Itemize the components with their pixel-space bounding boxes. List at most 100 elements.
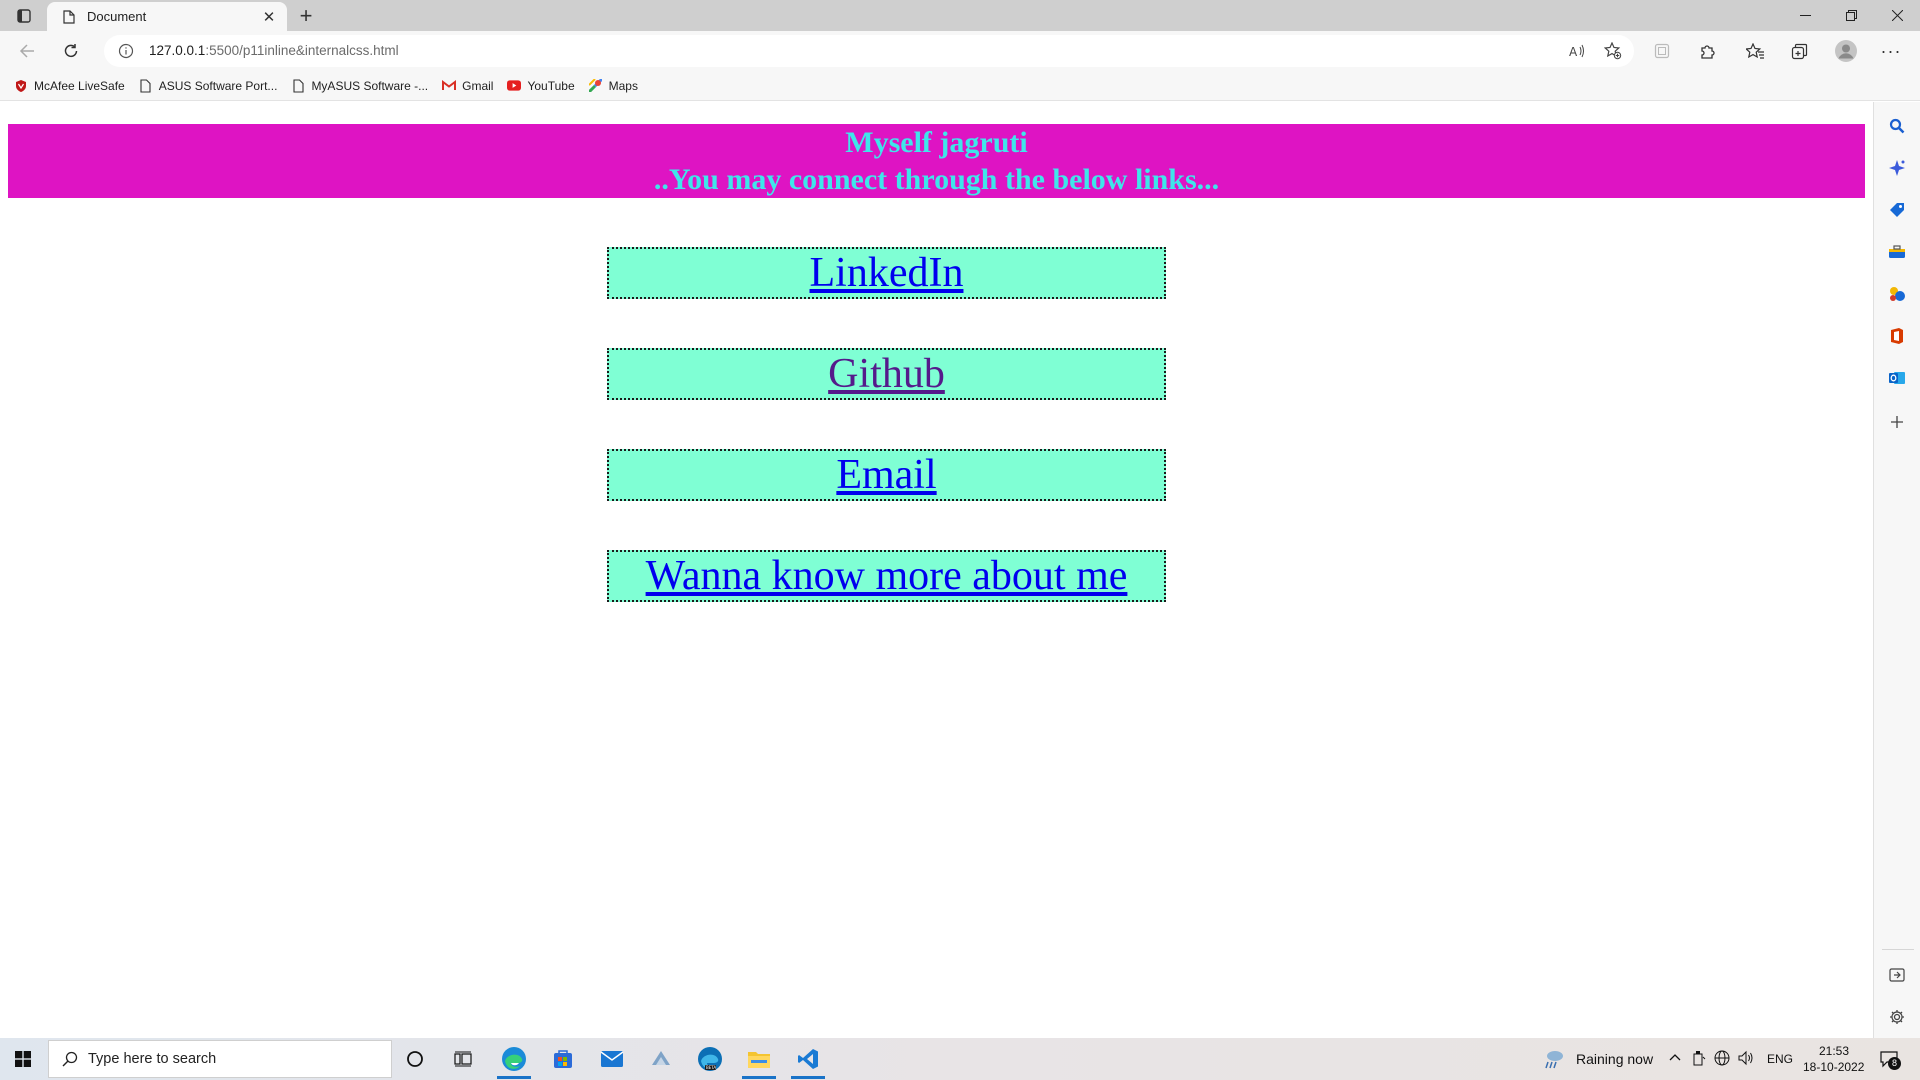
sidebar-divider bbox=[1882, 949, 1914, 950]
bookmark-label: YouTube bbox=[527, 78, 575, 93]
bookmark-asus-software-portal[interactable]: ASUS Software Port... bbox=[139, 78, 277, 93]
taskbar-edge-beta[interactable]: BETA bbox=[687, 1038, 733, 1080]
bookmark-myasus-software[interactable]: MyASUS Software -... bbox=[291, 79, 428, 93]
plus-icon bbox=[1891, 416, 1903, 428]
cortana-button[interactable] bbox=[392, 1038, 438, 1080]
edge-beta-icon: BETA bbox=[698, 1047, 722, 1071]
page-viewport: Myself jagruti ..You may connect through… bbox=[0, 102, 1873, 1038]
weather-status[interactable]: Raining now bbox=[1576, 1051, 1653, 1067]
puzzle-icon bbox=[1700, 44, 1715, 59]
github-link[interactable]: Github bbox=[828, 351, 945, 397]
favorites-button[interactable] bbox=[1740, 37, 1770, 65]
new-tab-button[interactable]: + bbox=[294, 3, 318, 28]
folder-icon bbox=[748, 1052, 770, 1068]
bookmark-gmail[interactable]: Gmail bbox=[442, 79, 493, 93]
sidebar-games-button[interactable] bbox=[1886, 283, 1908, 305]
taskbar: Type here to search BETA Raining now ENG… bbox=[0, 1038, 1920, 1080]
sidebar-office-button[interactable] bbox=[1886, 325, 1908, 347]
close-window-icon bbox=[1891, 10, 1903, 21]
minimize-button[interactable] bbox=[1782, 0, 1828, 31]
tab-actions-icon bbox=[17, 9, 31, 23]
taskbar-store[interactable] bbox=[540, 1038, 586, 1080]
battery-icon[interactable] bbox=[1692, 1050, 1706, 1071]
sidebar-outlook-button[interactable] bbox=[1886, 367, 1908, 389]
store-icon bbox=[554, 1050, 572, 1068]
email-link[interactable]: Email bbox=[836, 452, 936, 498]
site-info-icon[interactable] bbox=[118, 43, 134, 59]
add-favorite-button[interactable] bbox=[1598, 37, 1628, 65]
volume-icon[interactable] bbox=[1738, 1050, 1754, 1071]
collections-button[interactable] bbox=[1784, 37, 1814, 65]
shopping-tag-icon bbox=[1890, 203, 1904, 217]
split-screen-button[interactable] bbox=[1647, 37, 1677, 65]
url-host: 127.0.0.1 bbox=[149, 43, 206, 58]
bookmark-maps[interactable]: Maps bbox=[589, 79, 638, 93]
github-link-box: Github bbox=[607, 348, 1166, 400]
sparkle-icon bbox=[1889, 160, 1905, 176]
avatar-icon bbox=[1835, 40, 1857, 62]
taskbar-vscode[interactable] bbox=[785, 1038, 831, 1080]
browser-tab[interactable]: Document ✕ bbox=[47, 2, 287, 31]
sidebar-search-button[interactable] bbox=[1886, 115, 1908, 137]
sidebar-hide-button[interactable] bbox=[1886, 964, 1908, 986]
bookmark-youtube[interactable]: YouTube bbox=[507, 78, 575, 93]
bookmark-mcafee[interactable]: McAfee LiveSafe bbox=[14, 79, 125, 93]
page-icon bbox=[291, 78, 305, 93]
taskbar-edge[interactable] bbox=[491, 1038, 537, 1080]
clock-date[interactable]: 18-10-2022 bbox=[1803, 1060, 1864, 1074]
office-icon bbox=[1891, 328, 1903, 344]
clock-time[interactable]: 21:53 bbox=[1819, 1044, 1849, 1058]
restore-button[interactable] bbox=[1828, 0, 1874, 31]
back-button[interactable] bbox=[12, 37, 42, 65]
linkedin-link[interactable]: LinkedIn bbox=[810, 250, 964, 296]
read-aloud-icon: A bbox=[1569, 44, 1584, 58]
start-button[interactable] bbox=[0, 1038, 46, 1080]
windows-logo-icon bbox=[15, 1051, 31, 1067]
taskbar-file-explorer[interactable] bbox=[736, 1038, 782, 1080]
banner-subtitle: ..You may connect through the below link… bbox=[653, 163, 1220, 196]
address-bar[interactable]: 127.0.0.1:5500/p11inline&internalcss.htm… bbox=[104, 35, 1634, 67]
search-icon bbox=[62, 1051, 78, 1067]
profile-button[interactable] bbox=[1831, 37, 1861, 65]
taskbar-search-box[interactable]: Type here to search bbox=[48, 1040, 392, 1078]
svg-text:A: A bbox=[1569, 45, 1578, 58]
notifications-button[interactable]: 8 bbox=[1879, 1049, 1901, 1070]
maps-icon bbox=[589, 79, 603, 93]
tab-actions-button[interactable] bbox=[12, 6, 36, 26]
bookmark-label: MyASUS Software -... bbox=[311, 78, 429, 93]
show-hidden-icons-button[interactable] bbox=[1668, 1050, 1682, 1069]
about-me-link[interactable]: Wanna know more about me bbox=[646, 553, 1128, 599]
back-arrow-icon bbox=[19, 44, 34, 58]
sidebar-settings-button[interactable] bbox=[1886, 1006, 1908, 1028]
language-indicator[interactable]: ENG bbox=[1767, 1052, 1793, 1066]
favorites-icon bbox=[1746, 42, 1764, 59]
minimize-icon bbox=[1799, 14, 1811, 16]
sidebar-tools-button[interactable] bbox=[1886, 241, 1908, 263]
url-text[interactable]: 127.0.0.1:5500/p11inline&internalcss.htm… bbox=[149, 43, 399, 58]
sidebar-shopping-button[interactable] bbox=[1886, 199, 1908, 221]
task-view-button[interactable] bbox=[440, 1038, 486, 1080]
more-dots-icon: ··· bbox=[1880, 41, 1902, 61]
read-aloud-button[interactable]: A bbox=[1562, 37, 1592, 65]
refresh-button[interactable] bbox=[56, 37, 86, 65]
extensions-button[interactable] bbox=[1692, 37, 1722, 65]
gmail-icon bbox=[442, 79, 457, 93]
page-icon bbox=[61, 9, 77, 25]
taskbar-mail[interactable] bbox=[589, 1038, 635, 1080]
linkedin-link-box: LinkedIn bbox=[607, 247, 1166, 299]
email-link-box: Email bbox=[607, 449, 1166, 501]
taskbar-mcafee[interactable] bbox=[638, 1038, 684, 1080]
settings-more-button[interactable]: ··· bbox=[1876, 37, 1906, 65]
sidebar-discover-button[interactable] bbox=[1886, 157, 1908, 179]
network-icon[interactable] bbox=[1714, 1050, 1730, 1071]
edge-sidebar bbox=[1873, 102, 1920, 1038]
sidebar-add-button[interactable] bbox=[1886, 411, 1908, 433]
bookmarks-bar: McAfee LiveSafe ASUS Software Port... My… bbox=[0, 71, 1920, 101]
page-icon bbox=[139, 78, 153, 93]
toolbox-icon bbox=[1889, 245, 1905, 258]
close-tab-icon[interactable]: ✕ bbox=[257, 5, 281, 29]
title-bar: Document ✕ + bbox=[0, 0, 1920, 31]
weather-icon[interactable] bbox=[1542, 1048, 1566, 1075]
close-window-button[interactable] bbox=[1874, 0, 1920, 31]
url-path: :5500/p11inline&internalcss.html bbox=[205, 43, 399, 58]
